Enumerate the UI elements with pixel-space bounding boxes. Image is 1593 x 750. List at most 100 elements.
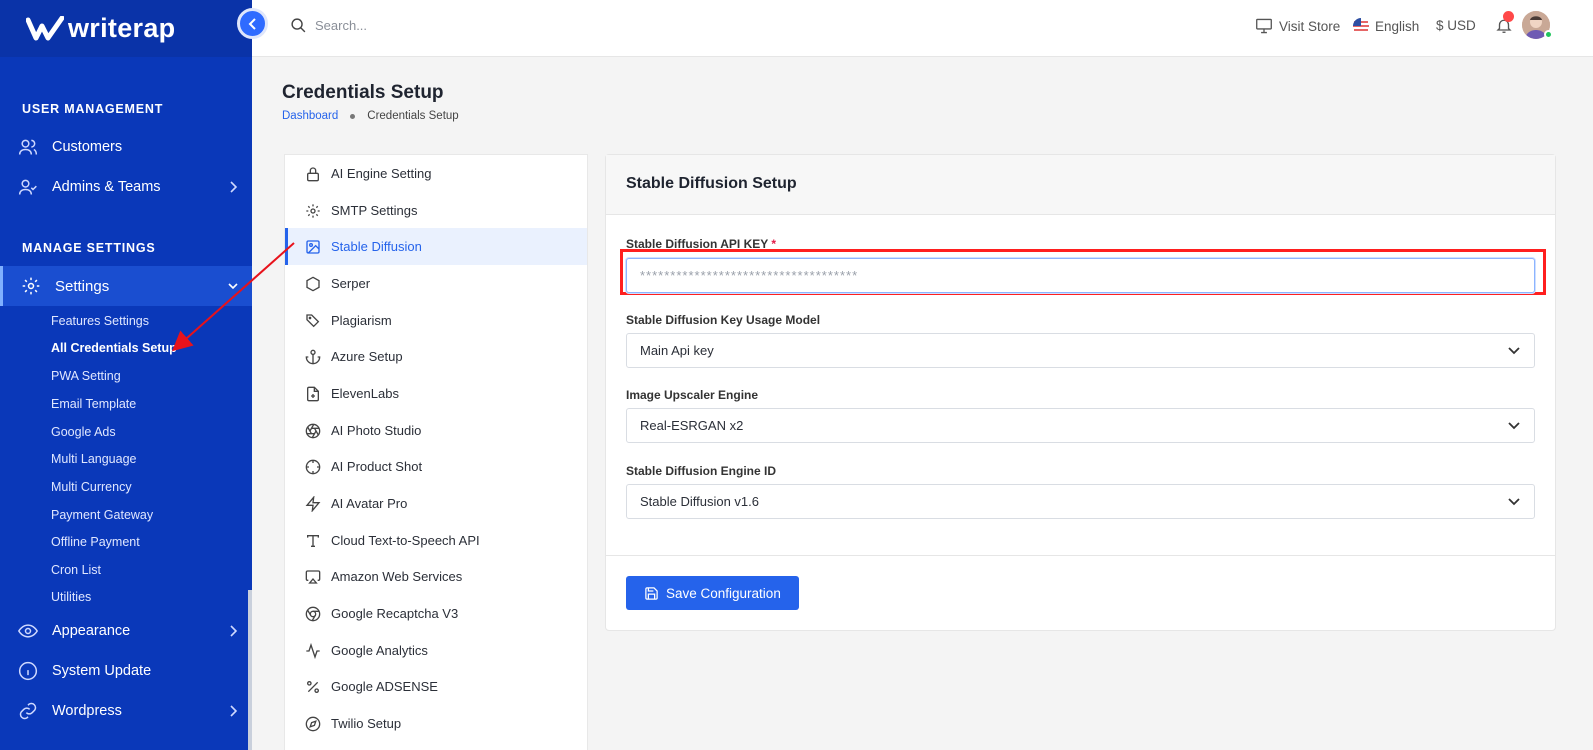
section-title-manage-settings: MANAGE SETTINGS	[22, 241, 156, 255]
users-icon	[18, 137, 38, 157]
visit-store-label: Visit Store	[1279, 18, 1341, 34]
engine-id-value: Stable Diffusion v1.6	[640, 494, 759, 509]
sidebar-collapse-button[interactable]	[237, 8, 268, 39]
submenu-multi-language[interactable]: Multi Language	[51, 452, 136, 466]
currency-selector[interactable]: $ USD	[1436, 18, 1476, 33]
api-key-input[interactable]	[626, 258, 1535, 293]
language-label: English	[1375, 18, 1420, 34]
chevron-right-icon	[230, 625, 238, 637]
compass-icon	[305, 716, 321, 732]
submenu-utilities[interactable]: Utilities	[51, 590, 91, 604]
activity-icon	[305, 642, 321, 659]
logo[interactable]: writerap	[0, 0, 252, 57]
credentials-item-twilio[interactable]: Twilio Setup	[285, 705, 587, 742]
credentials-item-recaptcha[interactable]: Google Recaptcha V3	[285, 595, 587, 632]
credentials-item-serper[interactable]: Serper	[285, 265, 587, 302]
credentials-item-google-adsense[interactable]: Google ADSENSE	[285, 668, 587, 705]
topbar: Visit Store English $ USD	[252, 0, 1593, 57]
visit-store-link[interactable]: Visit Store	[1255, 18, 1340, 34]
sidebar-item-system-update[interactable]: System Update	[0, 651, 252, 691]
sidebar-scrollbar[interactable]	[248, 590, 252, 750]
type-icon	[305, 533, 321, 549]
credentials-item-stable-diffusion[interactable]: Stable Diffusion	[285, 228, 587, 265]
breadcrumb-current: Credentials Setup	[367, 110, 459, 122]
submenu-multi-currency[interactable]: Multi Currency	[51, 480, 132, 494]
sidebar-item-settings[interactable]: Settings	[0, 266, 252, 306]
submenu-features-settings[interactable]: Features Settings	[51, 314, 149, 328]
breadcrumb-dashboard-link[interactable]: Dashboard	[282, 110, 338, 122]
gear-icon	[305, 203, 321, 219]
search-icon	[291, 18, 306, 33]
info-icon	[18, 661, 38, 681]
image-icon	[305, 239, 321, 255]
engine-id-select[interactable]: Stable Diffusion v1.6	[626, 484, 1535, 519]
page-title: Credentials Setup	[282, 82, 444, 103]
submenu-all-credentials-setup[interactable]: All Credentials Setup	[51, 341, 177, 355]
credentials-item-label: Twilio Setup	[331, 716, 402, 731]
zap-icon	[305, 495, 321, 512]
credentials-item-label: Plagiarism	[331, 313, 392, 328]
submenu-pwa-setting[interactable]: PWA Setting	[51, 369, 121, 383]
chevron-down-icon	[1508, 422, 1520, 430]
credentials-item-label: AI Engine Setting	[331, 166, 432, 181]
language-selector[interactable]: English	[1353, 18, 1419, 34]
percent-icon	[305, 679, 321, 695]
stable-diffusion-card: Stable Diffusion Setup Stable Diffusion …	[605, 154, 1556, 631]
key-usage-value: Main Api key	[640, 343, 714, 358]
credentials-item-aws[interactable]: Amazon Web Services	[285, 558, 587, 595]
hexagon-icon	[305, 276, 321, 292]
search-box[interactable]	[290, 17, 515, 34]
engine-id-label: Stable Diffusion Engine ID	[626, 464, 777, 478]
credentials-item-label: Cloud Text-to-Speech API	[331, 533, 480, 548]
upscaler-label: Image Upscaler Engine	[626, 388, 759, 402]
submenu-offline-payment[interactable]: Offline Payment	[51, 535, 140, 549]
credentials-item-label: SMTP Settings	[331, 203, 418, 218]
credentials-item-label: AI Avatar Pro	[331, 496, 408, 511]
save-icon	[645, 586, 658, 600]
credentials-item-smtp[interactable]: SMTP Settings	[285, 192, 587, 229]
chevron-down-icon	[228, 283, 238, 290]
credentials-item-ai-photo-studio[interactable]: AI Photo Studio	[285, 412, 587, 449]
chevron-right-icon	[230, 181, 238, 193]
sidebar-item-label: Settings	[55, 277, 110, 295]
chevron-down-icon	[1508, 498, 1520, 506]
credentials-item-ai-avatar-pro[interactable]: AI Avatar Pro	[285, 485, 587, 522]
upscaler-value: Real-ESRGAN x2	[640, 418, 744, 433]
sidebar-item-wordpress[interactable]: Wordpress	[0, 691, 252, 731]
credentials-item-label: Stable Diffusion	[331, 239, 422, 254]
credentials-item-elevenlabs[interactable]: ElevenLabs	[285, 375, 587, 412]
save-configuration-button[interactable]: Save Configuration	[626, 576, 799, 610]
submenu-google-ads[interactable]: Google Ads	[51, 425, 116, 439]
sidebar-item-label: Appearance	[52, 623, 131, 639]
credentials-item-ai-product-shot[interactable]: AI Product Shot	[285, 448, 587, 485]
credentials-item-label: ElevenLabs	[331, 386, 399, 401]
card-divider	[606, 555, 1555, 556]
link-icon	[18, 701, 38, 721]
key-usage-label: Stable Diffusion Key Usage Model	[626, 313, 821, 327]
credentials-item-google-analytics[interactable]: Google Analytics	[285, 632, 587, 669]
notification-dot	[1503, 11, 1514, 22]
sidebar-item-appearance[interactable]: Appearance	[0, 611, 252, 651]
sidebar-item-label: System Update	[52, 663, 152, 679]
logo-text: writerap	[68, 13, 176, 43]
sidebar-item-customers[interactable]: Customers	[0, 127, 252, 167]
sidebar-item-label: Admins & Teams	[52, 179, 161, 195]
credentials-item-plagiarism[interactable]: Plagiarism	[285, 302, 587, 339]
crosshair-icon	[305, 459, 321, 475]
submenu-payment-gateway[interactable]: Payment Gateway	[51, 508, 153, 522]
credentials-item-label: Google Recaptcha V3	[331, 606, 459, 621]
credentials-item-azure[interactable]: Azure Setup	[285, 338, 587, 375]
credentials-item-ai-engine[interactable]: AI Engine Setting	[285, 155, 587, 192]
submenu-email-template[interactable]: Email Template	[51, 397, 136, 411]
breadcrumb: Dashboard Credentials Setup	[282, 110, 459, 122]
submenu-cron-list[interactable]: Cron List	[51, 563, 101, 577]
search-input[interactable]	[315, 18, 515, 33]
file-plus-icon	[305, 386, 321, 402]
upscaler-select[interactable]: Real-ESRGAN x2	[626, 408, 1535, 443]
logo-icon	[26, 15, 64, 40]
sidebar-item-admins-teams[interactable]: Admins & Teams	[0, 167, 252, 207]
us-flag-icon	[1353, 18, 1369, 34]
key-usage-select[interactable]: Main Api key	[626, 333, 1535, 368]
credentials-item-cloud-tts[interactable]: Cloud Text-to-Speech API	[285, 522, 587, 559]
sidebar-item-label: Wordpress	[52, 703, 122, 719]
